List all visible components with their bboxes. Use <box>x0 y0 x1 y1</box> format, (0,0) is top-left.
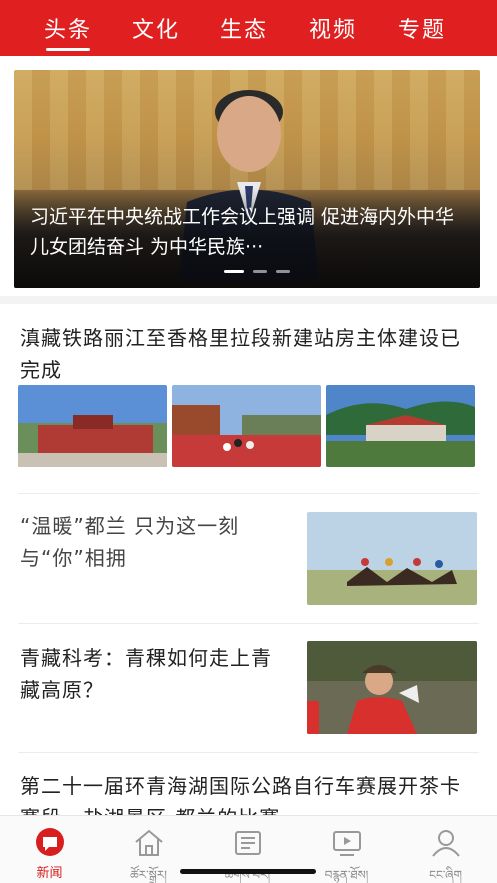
section-separator <box>0 296 497 304</box>
hero-carousel[interactable]: 习近平在中央统战工作会议上强调 促进海内外中华儿女团结奋斗 为中华民族··· <box>14 70 480 288</box>
article-thumbnail[interactable] <box>307 641 477 734</box>
tab-special[interactable]: 专题 <box>398 12 446 44</box>
home-icon <box>135 829 163 856</box>
nav-label: 新闻 <box>36 866 63 881</box>
divider <box>18 493 479 494</box>
nav-news[interactable]: 新闻 <box>0 816 99 883</box>
article-thumbnail[interactable] <box>18 385 167 467</box>
profile-icon <box>432 830 460 857</box>
article-thumbnail[interactable] <box>326 385 475 467</box>
article-title[interactable]: “温暖”都兰 只为这一刻与“你”相拥 <box>20 510 290 574</box>
article-title[interactable]: 青藏科考：青稞如何走上青藏高原？ <box>20 642 290 706</box>
video-icon <box>333 831 361 856</box>
hero-caption[interactable]: 习近平在中央统战工作会议上强调 促进海内外中华儿女团结奋斗 为中华民族··· <box>30 202 470 262</box>
article-title[interactable]: 滇藏铁路丽江至香格里拉段新建站房主体建设已完成 <box>20 322 480 386</box>
carousel-dot <box>276 270 290 273</box>
tab-headlines[interactable]: 头条 <box>44 12 92 51</box>
nav-label: ངང་ཞིག <box>429 868 462 882</box>
top-nav: 头条 文化 生态 视频 专题 <box>0 0 497 56</box>
newspaper-icon <box>235 831 261 855</box>
news-icon <box>36 828 64 856</box>
carousel-dot <box>224 270 244 273</box>
carousel-indicator <box>224 270 290 273</box>
divider <box>18 752 479 753</box>
article-thumbnail[interactable] <box>307 512 477 605</box>
home-indicator <box>180 869 316 874</box>
tab-culture[interactable]: 文化 <box>132 12 180 44</box>
tab-ecology[interactable]: 生态 <box>220 12 268 44</box>
nav-profile[interactable]: ངང་ཞིག <box>396 816 495 883</box>
carousel-dot <box>253 270 267 273</box>
article-thumbnail[interactable] <box>172 385 321 467</box>
divider <box>18 623 479 624</box>
tab-video[interactable]: 视频 <box>309 12 357 44</box>
